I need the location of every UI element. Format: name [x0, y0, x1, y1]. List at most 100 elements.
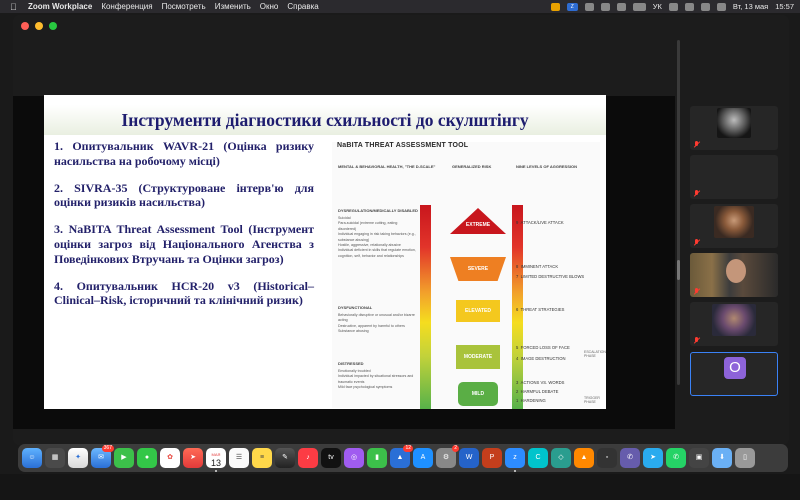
participant-tile[interactable] [690, 302, 778, 346]
dropbox-icon[interactable] [616, 2, 626, 11]
presentation-slide: Інструменти діагностики схильності до ск… [44, 95, 606, 409]
apple-icon[interactable]:  [10, 2, 20, 12]
status-area: Z УК Вт, 13 мая 15:57 [550, 0, 794, 13]
finder-icon[interactable]: ☺ [22, 448, 42, 468]
launchpad-icon[interactable]: ▦ [45, 448, 65, 468]
podcasts-icon[interactable]: ◎ [344, 448, 364, 468]
telegram-icon[interactable]: ➤ [643, 448, 663, 468]
gallery-scrollbar[interactable] [677, 40, 680, 385]
participant-tile[interactable] [690, 253, 778, 297]
zoom-window: Інструменти діагностики схильності до ск… [13, 15, 789, 445]
settings-icon[interactable]: ⚙ 2 [436, 445, 459, 468]
appletv-icon[interactable]: tv [321, 448, 341, 468]
menu-item[interactable]: Конференция [101, 2, 152, 11]
mic-muted-icon [693, 337, 700, 344]
aggression-level: 8 IMMINENT ATTACK [516, 264, 559, 269]
slide-list-item: 4. Опитувальник HCR-20 v3 (Historical–Cl… [54, 278, 314, 308]
participant-tile[interactable] [690, 204, 778, 248]
battery-icon[interactable] [632, 2, 646, 11]
wifi-icon[interactable] [668, 2, 678, 11]
notes-icon[interactable]: ≡ [252, 448, 272, 468]
mic-muted-icon [693, 239, 700, 246]
mic-muted-icon [693, 288, 700, 295]
dscale-heading: DISTRESSED [338, 361, 364, 366]
mail-icon[interactable]: ✉ 367 [91, 445, 114, 468]
trigger-phase-label: TRIGGER PHASE [584, 396, 600, 404]
slide-list-item: 3. NaBITA Threat Assessment Tool (Інстру… [54, 222, 314, 266]
aggression-header: NINE LEVELS OF AGGRESSION [516, 164, 577, 169]
menu-item[interactable]: Посмотреть [162, 2, 206, 11]
participant-tile[interactable] [690, 155, 778, 199]
facetime-icon[interactable]: ▶ [114, 448, 134, 468]
whatsapp-icon[interactable]: ✆ [666, 448, 686, 468]
calendar-icon[interactable]: МАЯ 13 [206, 448, 226, 472]
d-scale-gradient-bar [420, 205, 431, 409]
bluetooth-icon[interactable] [584, 2, 594, 11]
maps-icon[interactable]: ➤ [183, 448, 203, 468]
app-badge: 12 [403, 445, 413, 452]
menubar-date[interactable]: Вт, 13 мая [733, 2, 768, 11]
search-icon[interactable] [684, 2, 694, 11]
dscale-bullets: Suicidal Para-suicidal (extreme cutting,… [338, 216, 416, 258]
nabita-diagram: NaBITA THREAT ASSESSMENT TOOL MENTAL & B… [332, 142, 606, 409]
escalation-phase-label: ESCALATION PHASE [584, 350, 606, 358]
menu-item[interactable]: Окно [260, 2, 279, 11]
menu-item[interactable]: Справка [287, 2, 318, 11]
participant-tile-active[interactable]: О [690, 352, 778, 396]
participant-avatar: О [724, 357, 746, 379]
participant-video [712, 304, 756, 336]
gallery-scroll-thumb[interactable] [677, 260, 680, 280]
vlc-icon[interactable]: ▲ [574, 448, 594, 468]
app-icon[interactable]: ▫ [597, 448, 617, 468]
d-scale-header: MENTAL & BEHAVIORAL HEALTH, "THE D-SCALE… [338, 164, 436, 169]
dscale-heading: DYSREGULATION/MEDICALLY DISABLED [338, 208, 418, 213]
dock: ☺ ▦ ✦ ✉ 367 ▶ ● ✿ ➤ МАЯ 13 ☰ ≡ ✎ ♪ tv ◎ ▮ … [18, 444, 788, 472]
zoom-window-button[interactable] [49, 22, 57, 30]
safari-icon[interactable]: ✦ [68, 448, 88, 468]
aggression-level: 2 HARMFUL DEBATE [516, 389, 559, 394]
downloads-folder-icon[interactable]: ⬇ [712, 448, 732, 468]
photos-icon[interactable]: ✿ [160, 448, 180, 468]
risk-mild: MILD [458, 382, 498, 406]
zoom-status-icon[interactable]: Z [566, 2, 578, 11]
close-window-button[interactable] [21, 22, 29, 30]
powerpoint-icon[interactable]: P [482, 448, 502, 468]
participant-video [717, 108, 751, 138]
aggression-level: 1 HARDENING [516, 398, 546, 403]
trash-icon[interactable]: ▯ [735, 448, 755, 468]
participant-tile[interactable] [690, 106, 778, 150]
messages-icon[interactable]: ● [137, 448, 157, 468]
aggression-level: 4 IMAGE DESTRUCTION [516, 356, 566, 361]
mic-muted-icon [693, 141, 700, 148]
sync-icon[interactable] [600, 2, 610, 11]
app-menu[interactable]: Zoom Workplace [28, 2, 92, 11]
bottom-strip [0, 474, 800, 500]
microphone-in-use-icon[interactable] [550, 2, 560, 11]
siri-icon[interactable] [716, 2, 726, 11]
dscale-heading: DYSFUNCTIONAL [338, 305, 373, 310]
minimize-window-button[interactable] [35, 22, 43, 30]
appstore-icon[interactable]: A [413, 448, 433, 468]
menu-item[interactable]: Изменить [215, 2, 251, 11]
word-icon[interactable]: W [459, 448, 479, 468]
zoom-icon[interactable]: z [505, 448, 525, 472]
reminders-icon[interactable]: ☰ [229, 448, 249, 468]
dscale-bullets: Behaviorally disruptive or unusual and/o… [338, 313, 415, 334]
slide-list-item: 2. SIVRA-35 (Структуроване інтерв'ю для … [54, 180, 314, 210]
app-icon[interactable]: ◇ [551, 448, 571, 468]
canva-icon[interactable]: C [528, 448, 548, 468]
aggression-level: 9 ATTACK/LIVE ATTACK [516, 220, 564, 225]
window-titlebar [13, 15, 789, 37]
participant-face [726, 259, 746, 283]
viber-icon[interactable]: ✆ [620, 448, 640, 468]
menubar-time[interactable]: 15:57 [775, 2, 794, 11]
music-icon[interactable]: ♪ [298, 448, 318, 468]
aggression-level: 3 ACTIONS VS. WORDS [516, 380, 565, 385]
numbers-icon[interactable]: ▮ [367, 448, 387, 468]
input-source[interactable]: УК [653, 2, 662, 11]
app-icon[interactable]: ▣ [689, 448, 709, 468]
control-center-icon[interactable] [700, 2, 710, 11]
keynote-icon[interactable]: ▲ 12 [390, 445, 413, 468]
freeform-icon[interactable]: ✎ [275, 448, 295, 468]
risk-header: GENERALIZED RISK [452, 164, 492, 169]
